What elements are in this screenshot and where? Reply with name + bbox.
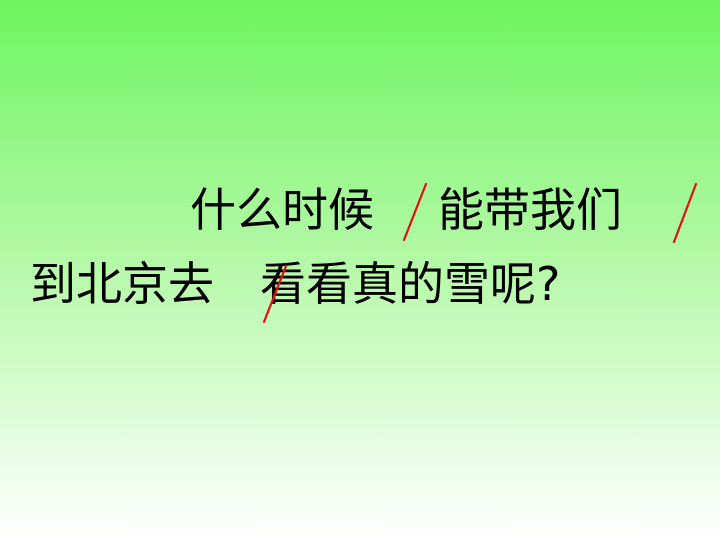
phrase-see-real-snow: 看看真的雪呢? [260,257,561,311]
slide: 什么时候 能带我们 到北京去 看看真的雪呢? [0,0,720,540]
phrase-to-beijing: 到北京去 [30,257,214,311]
phrase-when: 什么时候 [190,183,374,237]
red-slash-pause-mark-icon [262,264,288,324]
red-slash-pause-mark-icon [402,182,428,242]
red-slash-pause-mark-icon [672,182,698,244]
phrase-can-take-us: 能带我们 [438,183,622,237]
text-line-2: 到北京去 看看真的雪呢? [30,254,560,314]
